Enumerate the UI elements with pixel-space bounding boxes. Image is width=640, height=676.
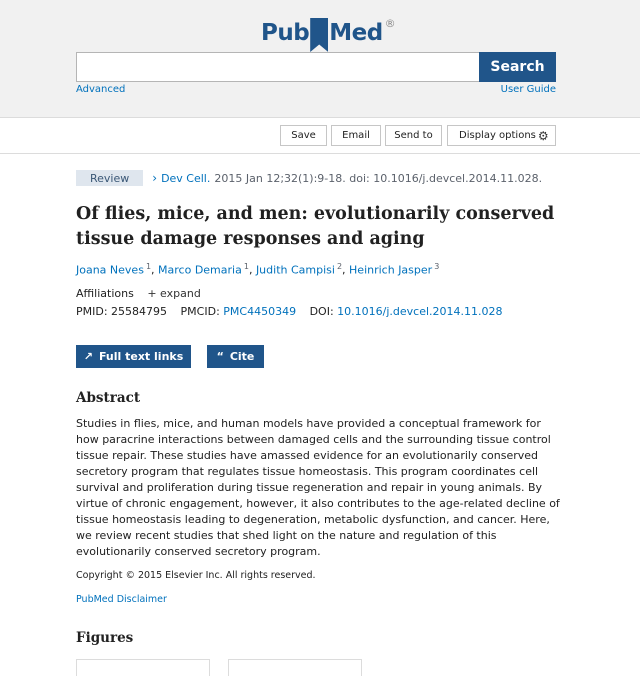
article-actions-bar: Save Email Send to Display options ⚙ xyxy=(0,118,640,154)
expand-affiliations-toggle[interactable]: + expand xyxy=(147,287,200,300)
quote-icon: “ xyxy=(216,350,224,363)
pmcid-label: PMCID: xyxy=(180,305,220,318)
author-list: Joana Neves 1, Marco Demaria 1, Judith Cam… xyxy=(76,262,440,277)
search-input[interactable] xyxy=(76,52,480,82)
pmid-label: PMID: xyxy=(76,305,108,318)
pmid-value: 25584795 xyxy=(111,305,168,318)
copyright-notice: Copyright © 2015 Elsevier Inc. All right… xyxy=(76,570,316,581)
affiliation-ref[interactable]: 2 xyxy=(337,262,342,271)
search-button[interactable]: Search xyxy=(479,52,556,82)
cite-button[interactable]: “ Cite xyxy=(207,345,264,368)
full-text-links-button[interactable]: ↗ Full text links xyxy=(76,345,191,368)
figure-thumbnail[interactable] xyxy=(228,659,362,676)
author-link[interactable]: Judith Campisi xyxy=(256,264,335,277)
doi-link[interactable]: 10.1016/j.devcel.2014.11.028 xyxy=(337,305,502,318)
affiliation-ref[interactable]: 3 xyxy=(434,262,439,271)
send-to-button[interactable]: Send to xyxy=(385,125,442,146)
gear-icon: ⚙ xyxy=(537,128,549,143)
affiliations-label: Affiliations xyxy=(76,287,134,300)
affiliation-ref[interactable]: 1 xyxy=(146,262,151,271)
registered-mark: ® xyxy=(384,16,396,30)
chevron-right-icon: › xyxy=(152,171,158,185)
journal-link[interactable]: Dev Cell. xyxy=(161,172,210,185)
logo-text-med: Med xyxy=(329,20,383,46)
doi-label: DOI: xyxy=(309,305,334,318)
site-header: Pub Med ® Search Advanced User Guide xyxy=(0,0,640,118)
pubmed-logo[interactable]: Pub Med ® xyxy=(261,14,396,52)
affiliation-ref[interactable]: 1 xyxy=(244,262,249,271)
author-link[interactable]: Heinrich Jasper xyxy=(349,264,432,277)
figure-thumbnail[interactable] xyxy=(76,659,210,676)
abstract-text: Studies in flies, mice, and human models… xyxy=(76,417,560,558)
save-button[interactable]: Save xyxy=(280,125,327,146)
full-text-links-label: Full text links xyxy=(98,350,184,363)
advanced-search-link[interactable]: Advanced xyxy=(76,84,125,95)
cite-label: Cite xyxy=(229,350,255,363)
logo-text-pub: Pub xyxy=(261,20,310,46)
email-button[interactable]: Email xyxy=(331,125,381,146)
abstract-heading: Abstract xyxy=(76,390,141,406)
user-guide-link[interactable]: User Guide xyxy=(501,84,556,95)
pmcid-link[interactable]: PMC4450349 xyxy=(223,305,296,318)
bookmark-icon xyxy=(310,18,329,52)
external-link-icon: ↗ xyxy=(83,350,93,363)
display-options-label: Display options xyxy=(459,130,536,141)
publication-type-badge: Review xyxy=(76,170,144,186)
article-title: Of flies, mice, and men: evolutionarily … xyxy=(76,204,555,249)
figures-heading: Figures xyxy=(76,630,134,646)
display-options-button[interactable]: Display options ⚙ xyxy=(447,125,556,146)
author-link[interactable]: Marco Demaria xyxy=(158,264,242,277)
author-link[interactable]: Joana Neves xyxy=(76,264,144,277)
article-citation-line: Review › Dev Cell. 2015 Jan 12;32(1):9-1… xyxy=(76,170,542,186)
article-identifiers: PMID: 25584795 PMCID: PMC4450349 DOI: 10… xyxy=(76,305,503,318)
citation-text: 2015 Jan 12;32(1):9-18. doi: 10.1016/j.d… xyxy=(214,171,543,185)
affiliations-row: Affiliations + expand xyxy=(76,287,201,300)
pubmed-disclaimer-link[interactable]: PubMed Disclaimer xyxy=(76,594,167,605)
